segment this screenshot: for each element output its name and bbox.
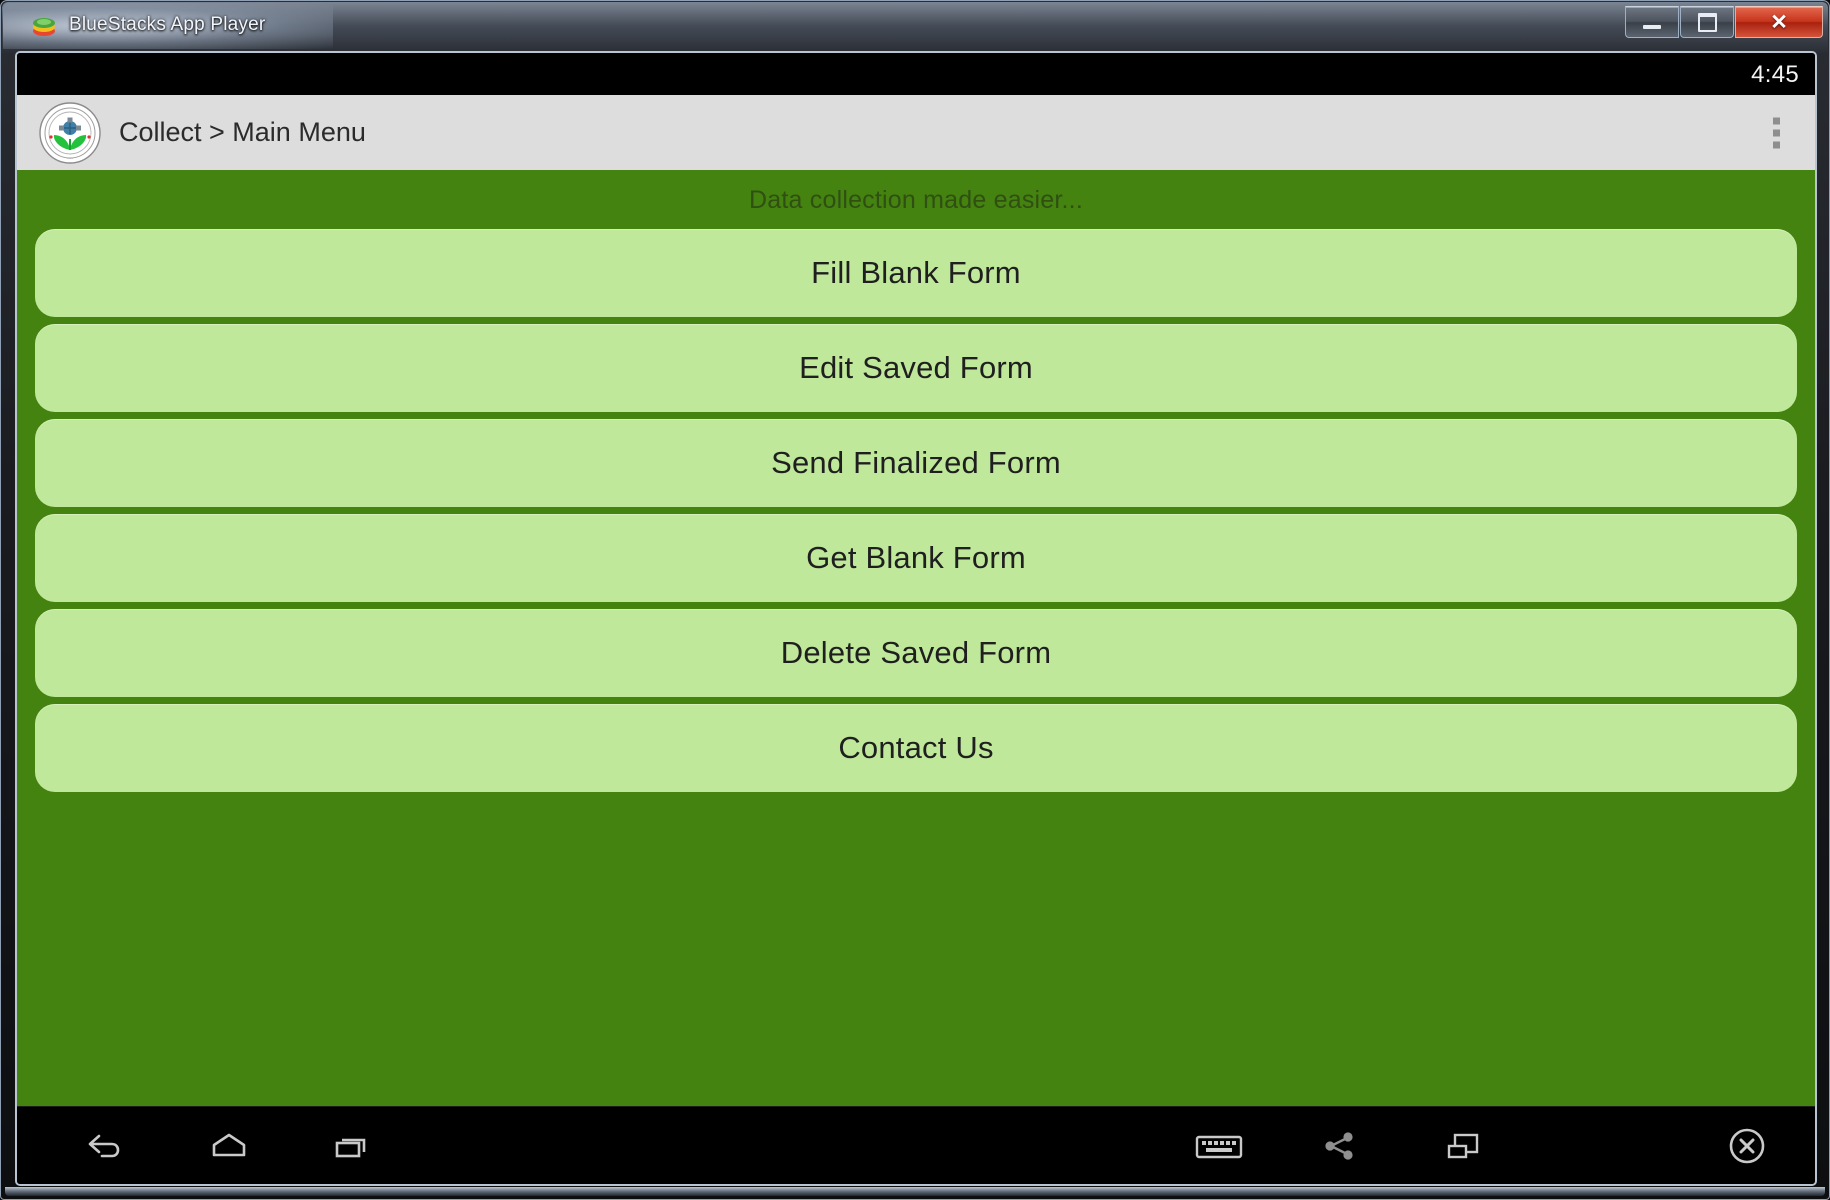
contact-us-button[interactable]: Contact Us (35, 704, 1797, 792)
android-status-bar: 4:45 (17, 53, 1815, 95)
menu-button-label: Contact Us (838, 730, 994, 765)
send-finalized-form-button[interactable]: Send Finalized Form (35, 419, 1797, 507)
close-circle-icon[interactable] (1711, 1119, 1783, 1173)
bluestacks-window: BlueStacks App Player ✕ 4:45 ..... Colle… (0, 0, 1830, 1200)
maximize-button[interactable] (1680, 6, 1734, 38)
menu-button-label: Send Finalized Form (771, 445, 1061, 480)
home-icon[interactable] (193, 1119, 265, 1173)
recent-apps-icon[interactable] (315, 1119, 387, 1173)
minimize-button[interactable] (1625, 6, 1679, 38)
menu-button-label: Get Blank Form (806, 540, 1026, 575)
window-resize-icon[interactable] (1427, 1119, 1499, 1173)
android-navigation-bar (17, 1106, 1815, 1184)
minimize-icon (1643, 24, 1661, 29)
delete-saved-form-button[interactable]: Delete Saved Form (35, 609, 1797, 697)
window-title-bar[interactable]: BlueStacks App Player ✕ (3, 3, 1829, 49)
menu-button-label: Fill Blank Form (811, 255, 1021, 290)
android-screen: 4:45 ..... Collect > Main Menu Data coll… (15, 51, 1817, 1186)
menu-button-label: Edit Saved Form (799, 350, 1033, 385)
get-blank-form-button[interactable]: Get Blank Form (35, 514, 1797, 602)
overflow-dot (1772, 141, 1780, 148)
tagline-text: Data collection made easier... (749, 186, 1083, 214)
status-bar-clock: 4:45 (1751, 61, 1799, 88)
back-arrow-icon[interactable] (69, 1119, 141, 1173)
maximize-icon (1697, 12, 1717, 32)
app-action-bar: ..... Collect > Main Menu (17, 95, 1815, 171)
svg-text:.....: ..... (67, 155, 73, 160)
collect-emblem-logo: ..... (39, 101, 101, 164)
window-controls: ✕ (1624, 6, 1823, 38)
keyboard-icon[interactable] (1183, 1119, 1255, 1173)
window-bottom-shine (5, 1187, 1825, 1196)
menu-button-label: Delete Saved Form (780, 635, 1052, 670)
edit-saved-form-button[interactable]: Edit Saved Form (35, 324, 1797, 412)
action-bar-title: Collect > Main Menu (119, 117, 366, 147)
overflow-dot (1772, 129, 1780, 136)
main-menu-content: Data collection made easier... Fill Blan… (17, 170, 1815, 1107)
close-icon: ✕ (1770, 10, 1788, 34)
overflow-menu-icon[interactable] (1759, 113, 1793, 152)
bluestacks-stack-icon (33, 18, 55, 36)
overflow-dot (1772, 117, 1780, 124)
close-button[interactable]: ✕ (1735, 6, 1823, 38)
share-icon[interactable] (1303, 1119, 1375, 1173)
window-title-text: BlueStacks App Player (69, 14, 266, 35)
fill-blank-form-button[interactable]: Fill Blank Form (35, 229, 1797, 317)
